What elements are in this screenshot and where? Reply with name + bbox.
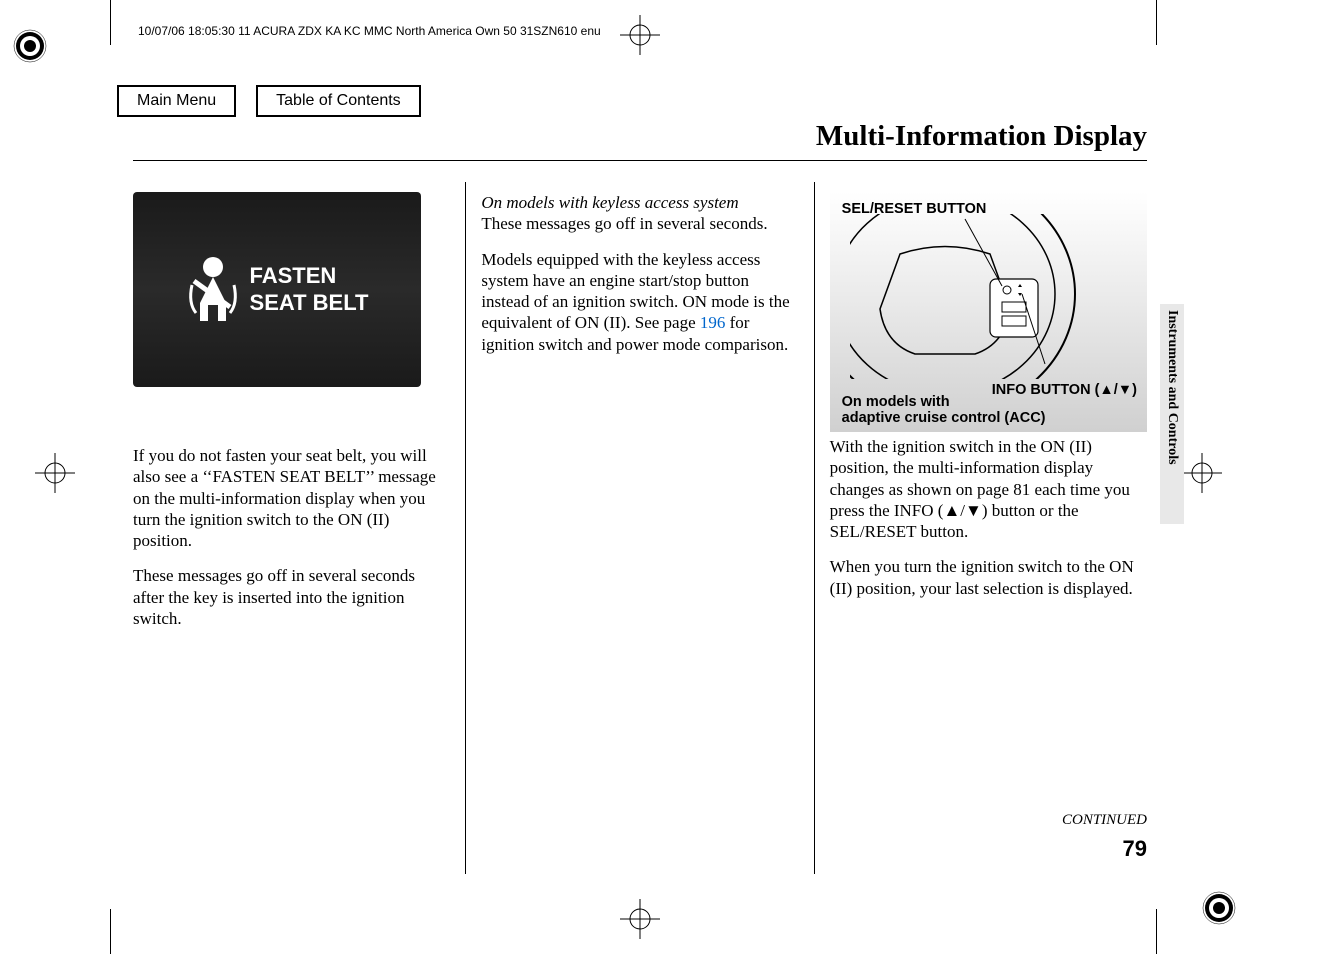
continued-label: CONTINUED bbox=[1062, 812, 1147, 829]
display-line-2: SEAT BELT bbox=[250, 290, 369, 316]
crosshair-icon bbox=[620, 899, 660, 939]
page-reference-link[interactable]: 196 bbox=[700, 313, 726, 332]
seatbelt-icon bbox=[186, 255, 240, 325]
body-text: These messages go off in several seconds… bbox=[481, 214, 767, 233]
body-text: If you do not fasten your seat belt, you… bbox=[133, 445, 450, 551]
page-title: Multi-Information Display bbox=[816, 120, 1147, 153]
fasten-seatbelt-text: FASTEN SEAT BELT bbox=[250, 263, 369, 316]
crop-mark bbox=[110, 0, 111, 45]
crosshair-icon bbox=[1182, 453, 1222, 493]
registration-mark-icon bbox=[12, 28, 48, 64]
divider bbox=[133, 160, 1147, 161]
section-tab-label: Instruments and Controls bbox=[1164, 310, 1180, 465]
body-text: When you turn the ignition switch to the… bbox=[830, 556, 1147, 599]
crop-mark bbox=[1156, 909, 1157, 954]
steering-wheel-icon bbox=[850, 214, 1110, 379]
crop-mark bbox=[1156, 0, 1157, 45]
acc-note: On models with adaptive cruise control (… bbox=[842, 395, 1046, 427]
paragraph: Models equipped with the keyless access … bbox=[481, 249, 798, 355]
column-1: FASTEN SEAT BELT If you do not fasten yo… bbox=[133, 182, 465, 874]
steering-wheel-diagram: SEL/RESET BUTTON INFO BUTTON (▲/▼) On mo… bbox=[830, 192, 1147, 432]
paragraph: On models with keyless access system The… bbox=[481, 192, 798, 235]
content-area: FASTEN SEAT BELT If you do not fasten yo… bbox=[133, 182, 1147, 874]
main-menu-button[interactable]: Main Menu bbox=[117, 85, 236, 117]
body-text: These messages go off in several seconds… bbox=[133, 565, 450, 629]
crosshair-icon bbox=[620, 15, 660, 55]
toc-button[interactable]: Table of Contents bbox=[256, 85, 421, 117]
page-number: 79 bbox=[1123, 836, 1147, 862]
crosshair-icon bbox=[35, 453, 75, 493]
body-text: With the ignition switch in the ON (II) … bbox=[830, 436, 1147, 542]
document-meta: 10/07/06 18:05:30 11 ACURA ZDX KA KC MMC… bbox=[138, 24, 601, 38]
column-3: SEL/RESET BUTTON INFO BUTTON (▲/▼) On mo… bbox=[815, 182, 1147, 874]
registration-mark-icon bbox=[1201, 890, 1237, 926]
crop-mark bbox=[110, 909, 111, 954]
subheading: On models with keyless access system bbox=[481, 193, 738, 212]
column-2: On models with keyless access system The… bbox=[465, 182, 814, 874]
fasten-seatbelt-display: FASTEN SEAT BELT bbox=[133, 192, 421, 387]
nav-bar: Main Menu Table of Contents bbox=[117, 85, 421, 117]
display-line-1: FASTEN bbox=[250, 263, 369, 289]
